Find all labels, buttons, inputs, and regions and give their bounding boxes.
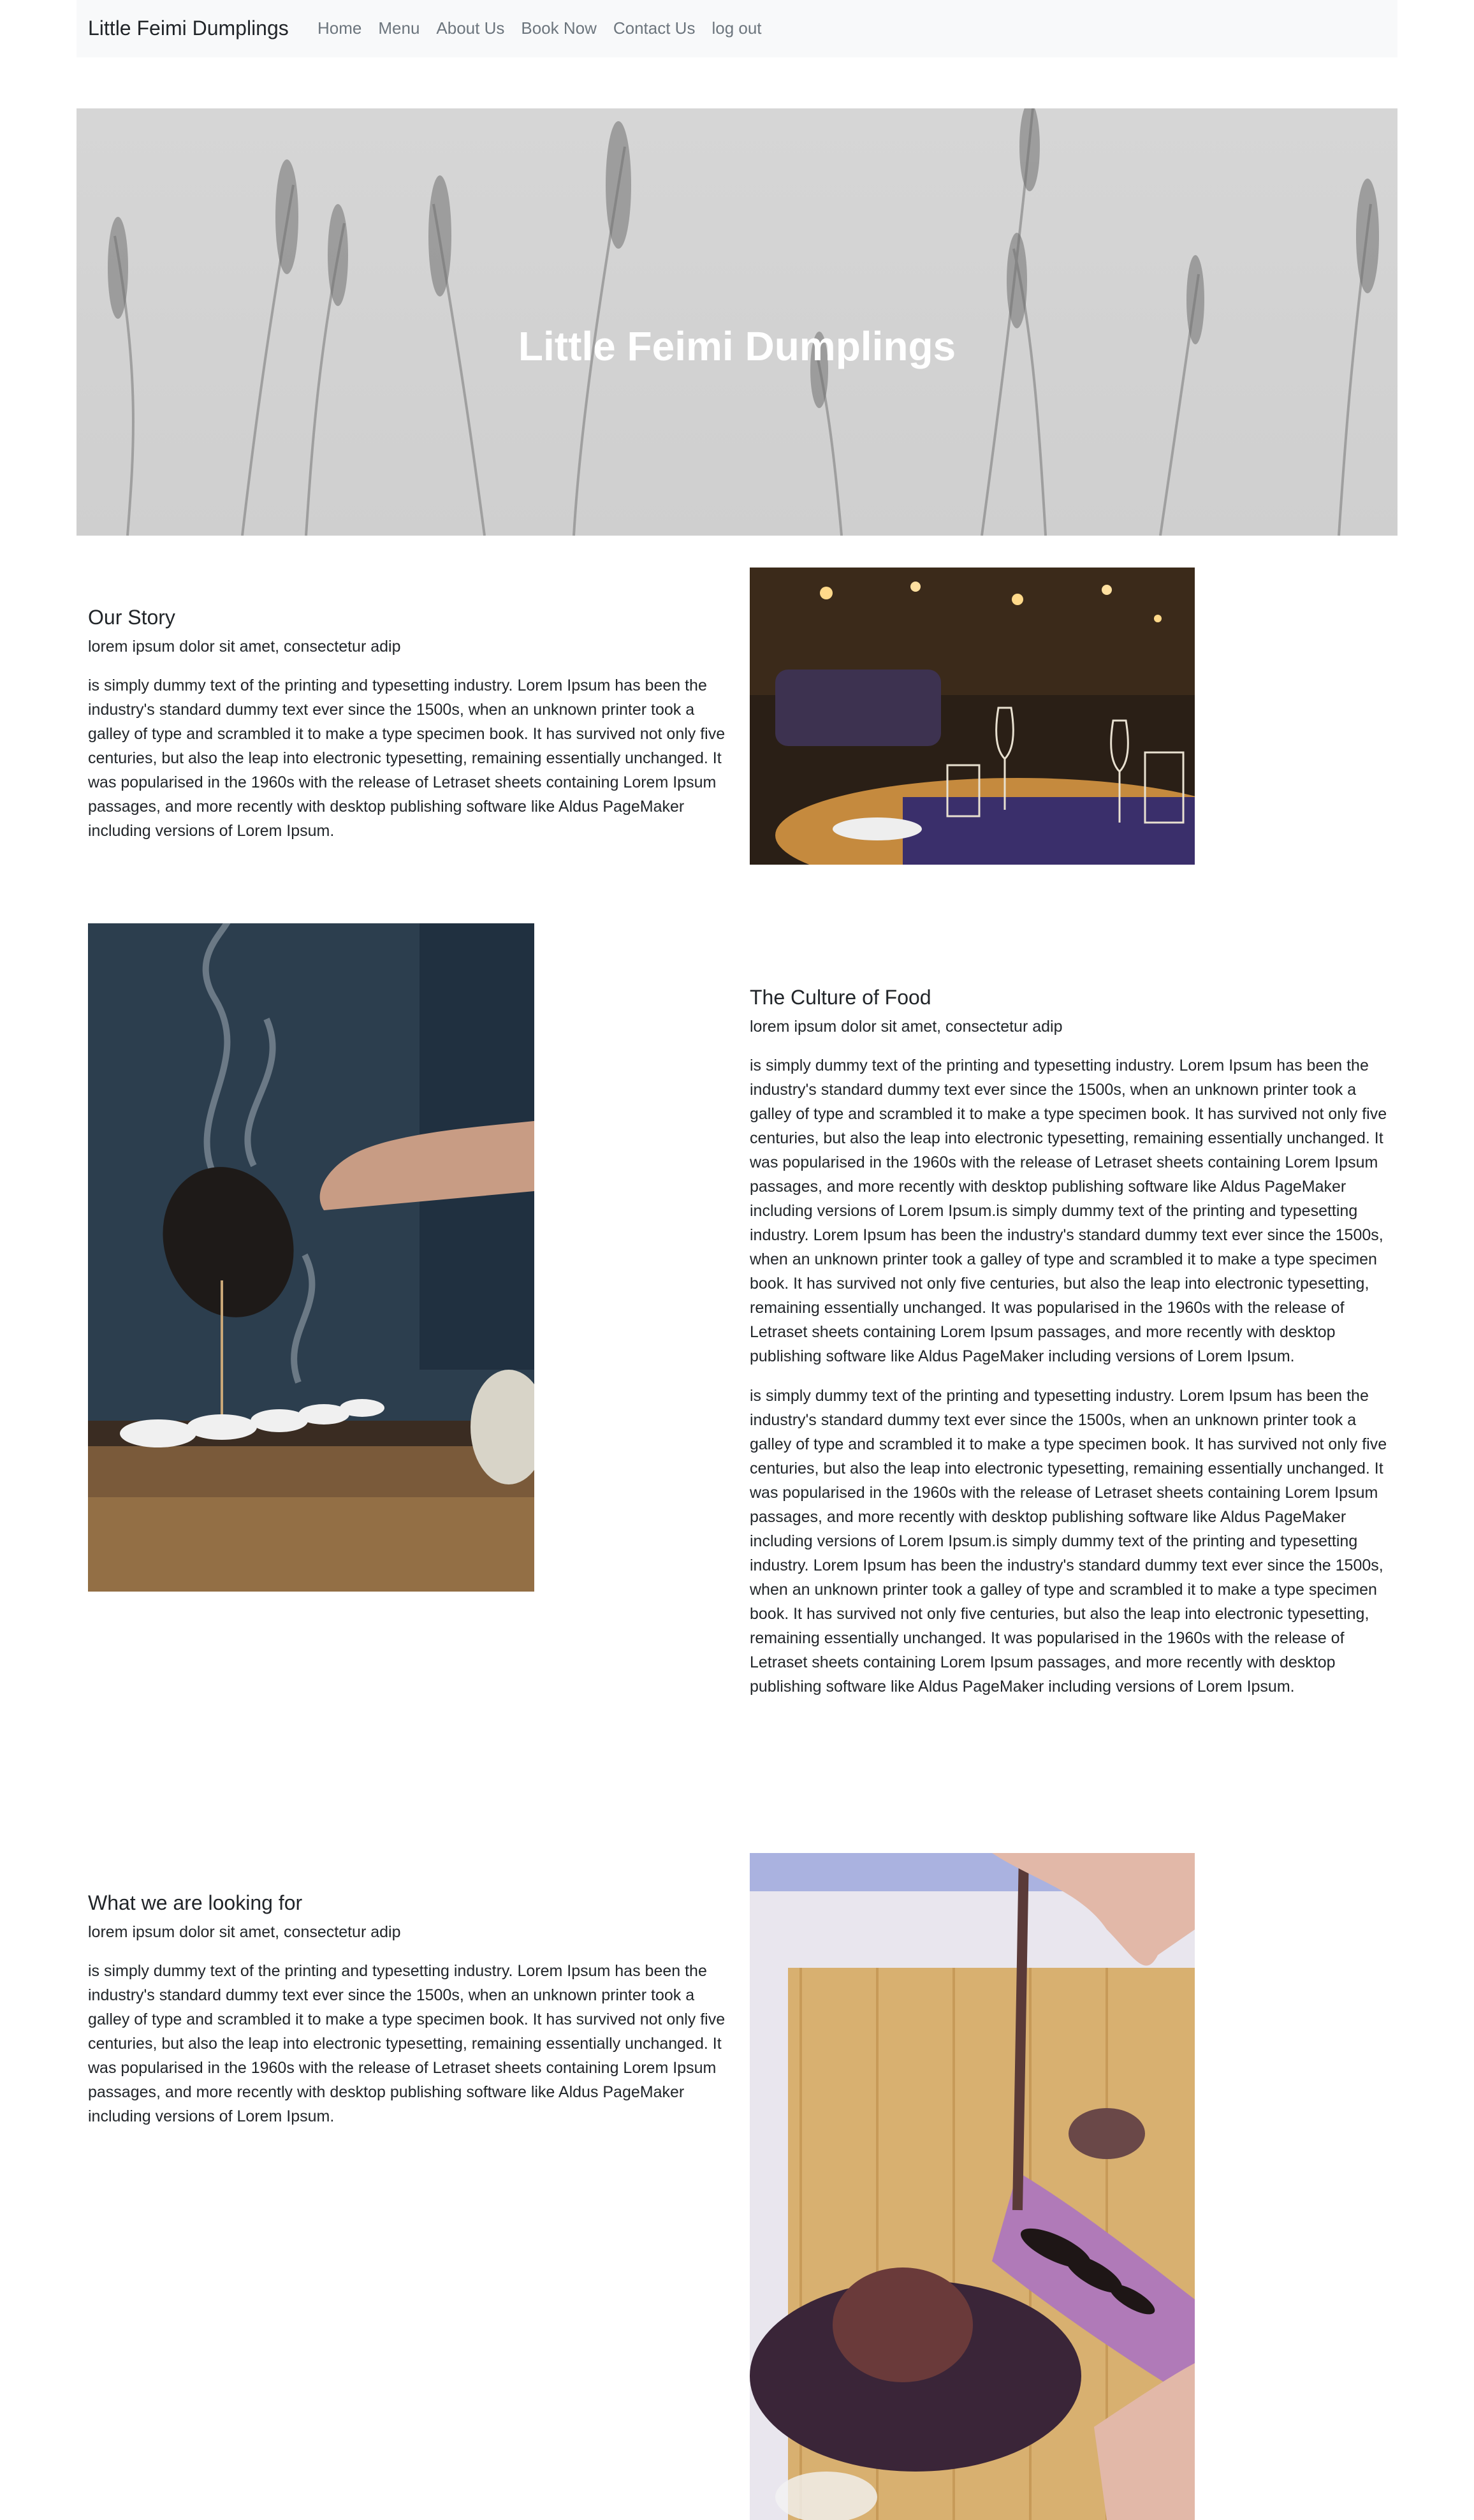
hero-banner: Little Feimi Dumplings [77,108,1397,536]
hero-title: Little Feimi Dumplings [518,323,956,369]
section-paragraph: is simply dummy text of the printing and… [88,1962,726,2125]
nav-about-link[interactable]: About Us [436,18,504,38]
section-subtitle: lorem ipsum dolor sit amet, consectetur … [88,1923,401,1941]
section-culture-of-food: The Culture of Food lorem ipsum dolor si… [750,985,1387,1714]
tea-leaves-photo [750,1853,1195,2520]
section-our-story: Our Story lorem ipsum dolor sit amet, co… [88,604,726,858]
section-looking-for: What we are looking for lorem ipsum dolo… [88,1890,726,2144]
section-paragraph: is simply dummy text of the printing and… [750,1057,1387,1365]
restaurant-table-photo [750,568,1195,865]
tea-leaves-image [750,1853,1195,2520]
section-title: Our Story [88,606,175,629]
restaurant-table-image [750,568,1195,865]
nav-menu-link[interactable]: Menu [378,18,420,38]
tea-pouring-image [88,923,534,1592]
section-title: The Culture of Food [750,986,931,1009]
nav-links: Home Menu About Us Book Now Contact Us l… [317,18,778,38]
tea-pouring-photo [88,923,534,1592]
brand-link[interactable]: Little Feimi Dumplings [88,15,289,41]
navbar: Little Feimi Dumplings Home Menu About U… [77,0,1397,57]
section-subtitle: lorem ipsum dolor sit amet, consectetur … [88,638,401,656]
nav-book-link[interactable]: Book Now [521,18,597,38]
nav-logout-link[interactable]: log out [711,18,761,38]
section-paragraph: is simply dummy text of the printing and… [750,1387,1387,1696]
section-subtitle: lorem ipsum dolor sit amet, consectetur … [750,1018,1063,1036]
section-title: What we are looking for [88,1891,303,1914]
nav-contact-link[interactable]: Contact Us [613,18,696,38]
section-paragraph: is simply dummy text of the printing and… [88,677,726,840]
nav-home-link[interactable]: Home [317,18,361,38]
